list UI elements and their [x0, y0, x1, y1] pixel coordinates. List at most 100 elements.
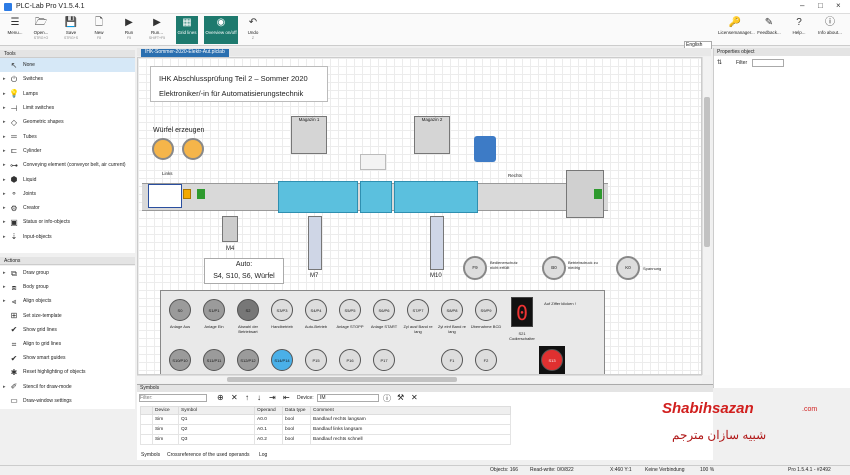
tab-log[interactable]: Log: [259, 452, 267, 458]
cell-symbol[interactable]: Q1: [178, 414, 255, 425]
button-s0[interactable]: S0: [169, 299, 191, 321]
canvas-vertical-scrollbar[interactable]: [702, 57, 711, 375]
tool-tubes[interactable]: ▸ ═ Tubes: [0, 129, 135, 143]
tool-limit-switches[interactable]: ▸ ⊣ Limit switches: [0, 101, 135, 115]
device-select[interactable]: IM: [317, 394, 379, 402]
button-s11[interactable]: S11/P11: [203, 349, 225, 371]
button-s10[interactable]: S10/P10: [169, 349, 191, 371]
tab-symbols[interactable]: Symbols: [141, 452, 160, 458]
move-down-icon[interactable]: ↓: [257, 393, 261, 402]
menu-button[interactable]: ☰ Menu...: [4, 16, 26, 44]
properties-filter-input[interactable]: [752, 59, 784, 67]
button-s14[interactable]: S14/P14: [271, 349, 293, 371]
button-s5[interactable]: S5/P5: [339, 299, 361, 321]
cell-comment[interactable]: Bandlauf rechts langsam: [310, 414, 511, 425]
action-show-grid-lines[interactable]: ✔ Show grid lines: [0, 323, 135, 337]
tool-creator[interactable]: ▸ ⚙ Creator: [0, 201, 135, 215]
close-icon[interactable]: ×: [836, 1, 841, 10]
help-button[interactable]: ? Help...: [788, 16, 810, 44]
run-button[interactable]: ▶ Run F5: [118, 16, 140, 44]
tool-geometric-shapes[interactable]: ▸ ◇ Geometric shapes: [0, 115, 135, 129]
delete-icon[interactable]: ✕: [231, 393, 238, 402]
action-align-grid[interactable]: ⌗ Align to grid lines: [0, 337, 135, 351]
export-icon[interactable]: ⇥: [269, 393, 276, 402]
open-button[interactable]: 🗁 Open... STRG+O: [30, 16, 52, 44]
cell-type[interactable]: bool: [282, 424, 311, 435]
tool-liquid[interactable]: ▸ ⬢ Liquid: [0, 172, 135, 186]
button-s2[interactable]: S2: [237, 299, 259, 321]
tool-lamps[interactable]: ▸ 💡 Lamps: [0, 87, 135, 101]
tool-input-objects[interactable]: ▸ ⇣ Input-objects: [0, 230, 135, 244]
canvas-horizontal-scrollbar[interactable]: [137, 375, 702, 383]
tool-none[interactable]: ↖ None: [0, 58, 135, 73]
col-operand[interactable]: Operand: [254, 406, 283, 415]
col-device[interactable]: Device: [152, 406, 179, 415]
new-button[interactable]: 🗋 New F8: [88, 16, 110, 44]
action-size-template[interactable]: ⊞ Set size-template: [0, 309, 135, 323]
undo-button[interactable]: ↶ Undo Z: [242, 16, 264, 44]
action-draw-window-settings[interactable]: ▭ Draw-window settings: [0, 394, 135, 408]
button-s4[interactable]: S4/P4: [305, 299, 327, 321]
status-zoom[interactable]: 100 %: [700, 466, 714, 475]
symbols-filter-input[interactable]: [139, 394, 207, 402]
button-s12[interactable]: S12/P12: [237, 349, 259, 371]
button-s8[interactable]: S8/P8: [441, 299, 463, 321]
info-icon[interactable]: ⓘ: [383, 393, 391, 404]
drawing-canvas[interactable]: IHK Abschlussprüfung Teil 2 – Sommer 202…: [137, 57, 702, 375]
minimize-icon[interactable]: –: [800, 1, 804, 10]
table-row[interactable]: Sim Q3 A0.2 bool Bandlauf rechts schnell: [140, 434, 511, 445]
cell-operand[interactable]: A0.2: [254, 434, 283, 445]
action-reset-highlighting[interactable]: ✱ Reset highlighting of objects: [0, 365, 135, 379]
cell-device[interactable]: Sim: [152, 424, 179, 435]
move-up-icon[interactable]: ↑: [245, 393, 249, 402]
run-options-button[interactable]: ▶ Run... SHIFT+F5: [146, 16, 168, 44]
horizontal-scroll-thumb[interactable]: [227, 377, 457, 382]
table-row[interactable]: Sim Q2 A0.1 bool Bandlauf links langsam: [140, 424, 511, 435]
document-tab[interactable]: IHK-Sommer-2020-Elektr-Aut.plclab: [141, 49, 229, 57]
tab-crossreference[interactable]: Crossreference of the used operands: [167, 452, 250, 458]
cell-comment[interactable]: Bandlauf rechts schnell: [310, 434, 511, 445]
save-button[interactable]: 💾 Save STRG+S: [60, 16, 82, 44]
action-align-objects[interactable]: ▸ ⫷ Align objects: [0, 294, 135, 308]
tool-switches[interactable]: ▸ ⏻ Switches: [0, 72, 135, 86]
cell-symbol[interactable]: Q2: [178, 424, 255, 435]
sort-icon[interactable]: ⇅: [717, 59, 722, 66]
cell-operand[interactable]: A0.0: [254, 414, 283, 425]
import-icon[interactable]: ⇤: [283, 393, 290, 402]
info-button[interactable]: ⓘ Info about...: [816, 16, 844, 44]
cell-type[interactable]: bool: [282, 434, 311, 445]
cell-device[interactable]: Sim: [152, 414, 179, 425]
vertical-scroll-thumb[interactable]: [704, 97, 710, 247]
tool-conveying-element[interactable]: ▸ ⊶ Conveying element (conveyor belt, air …: [0, 158, 135, 172]
cell-symbol[interactable]: Q3: [178, 434, 255, 445]
tool-cylinder[interactable]: ▸ ⊏ Cylinder: [0, 144, 135, 158]
emergency-stop-s13[interactable]: S13: [541, 349, 563, 371]
cell-comment[interactable]: Bandlauf links langsam: [310, 424, 511, 435]
overview-toggle[interactable]: ◉ Overview on/off: [204, 16, 238, 44]
button-s3[interactable]: S3/P3: [271, 299, 293, 321]
button-s1[interactable]: S1/P1: [203, 299, 225, 321]
action-draw-group[interactable]: ▸ ⧉ Draw group: [0, 266, 135, 280]
tool-joints[interactable]: ▸ ⚬ Joints: [0, 187, 135, 201]
cell-device[interactable]: Sim: [152, 434, 179, 445]
col-symbol[interactable]: Symbol: [178, 406, 255, 415]
feedback-button[interactable]: ✎ Feedback...: [756, 16, 782, 44]
button-s6[interactable]: S6/P6: [373, 299, 395, 321]
maximize-icon[interactable]: □: [818, 1, 823, 10]
add-icon[interactable]: ⊕: [217, 393, 224, 402]
col-data-type[interactable]: Data type: [282, 406, 311, 415]
action-body-group[interactable]: ▸ ⧈ Body group: [0, 280, 135, 294]
table-row[interactable]: Sim Q1 A0.0 bool Bandlauf rechts langsam: [140, 414, 511, 425]
wuerfel-orange-button[interactable]: [152, 138, 174, 160]
grid-lines-toggle[interactable]: ▦ Grid lines: [176, 16, 198, 44]
license-manager-button[interactable]: 🔑 Licensemanager...: [718, 16, 755, 44]
cell-type[interactable]: bool: [282, 414, 311, 425]
cell-operand[interactable]: A0.1: [254, 424, 283, 435]
tool-status-objects[interactable]: ▸ ▣ Status or info-objects: [0, 215, 135, 229]
wuerfel-zufall-button[interactable]: [182, 138, 204, 160]
col-comment[interactable]: Comment: [310, 406, 511, 415]
clear-icon[interactable]: ✕: [411, 393, 418, 402]
action-smart-guides[interactable]: ✔ Show smart guides: [0, 351, 135, 365]
button-s7[interactable]: S7/P7: [407, 299, 429, 321]
action-stencil[interactable]: ▸ ✐ Stencil for draw-mode: [0, 380, 135, 394]
